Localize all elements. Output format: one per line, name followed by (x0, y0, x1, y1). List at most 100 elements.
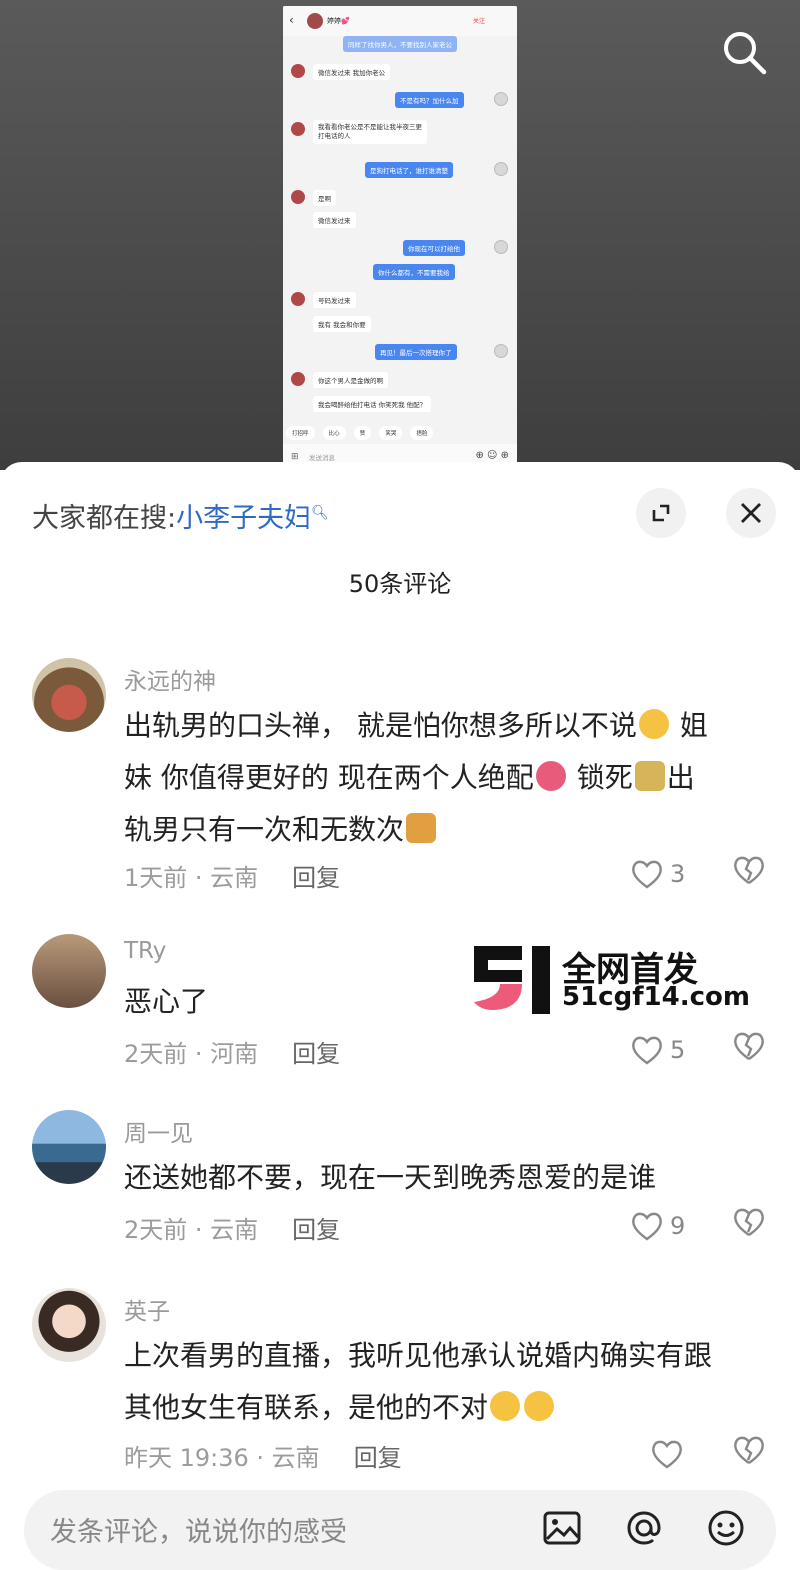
like-button[interactable] (650, 1434, 720, 1474)
chat-avatar (291, 292, 305, 306)
chat-bubble: 再见！最后一次搭理你了 (375, 344, 457, 360)
comment-author[interactable]: 永远的神 (124, 662, 216, 696)
grid-icon: ⊞ (291, 452, 299, 462)
heart-icon (632, 1036, 662, 1065)
video-area[interactable]: ‹ 婷婷💕 关注 同样了找你男人，不要找别人家老公 微信发过来 我加你老公 不是… (0, 0, 800, 470)
chat-avatar (494, 344, 508, 358)
comment-author[interactable]: 周一见 (124, 1114, 193, 1148)
chat-bubble: 不是有吗？加什么加 (395, 92, 464, 108)
chat-avatar (291, 190, 305, 204)
like-button[interactable]: 5 (630, 1030, 700, 1070)
comment-time: 2天前 · 云南 (124, 1216, 259, 1244)
chat-bubble: 我看看你老公是不是能让我半夜三更 打电话的人 (313, 120, 427, 144)
laughing-crying-emoji-icon (490, 1391, 521, 1421)
comment-time: 1天前 · 云南 (124, 864, 259, 892)
chat-bubble: 微信发过来 我加你老公 (313, 64, 391, 80)
like-count: 3 (670, 860, 686, 888)
reply-button[interactable]: 回复 (354, 1444, 402, 1472)
comment-meta: 2天前 · 云南 回复 (124, 1210, 340, 1245)
watermark-line2: 51cgf14.com (562, 982, 750, 1012)
comment-text: 上次看男的直播，我听见他承认说婚内确实有跟 其他女生有联系，是他的不对 (124, 1339, 713, 1424)
like-button[interactable]: 3 (630, 854, 700, 894)
chat-avatar (291, 64, 305, 78)
dog-emoji-icon (406, 813, 437, 843)
chat-bubble: 微信发过来 (313, 212, 356, 228)
chat-bubble: 我有 我会和你要 (313, 316, 371, 332)
comment-author[interactable]: 英子 (124, 1292, 170, 1326)
chat-input-icons: ⊕ ☺ ⊕ (475, 450, 509, 461)
search-icon[interactable] (718, 26, 770, 78)
hot-search-keyword[interactable]: 小李子夫妇 (176, 503, 311, 534)
chat-input-placeholder: 发送消息 (309, 454, 335, 462)
watermark: 全网首发 51cgf14.com (470, 940, 750, 1018)
heart-icon (632, 1212, 662, 1241)
contact-avatar (307, 13, 323, 29)
quick-replies: 打招呼 比心 赞 笑哭 捂脸 (283, 420, 517, 442)
dislike-button[interactable] (732, 1030, 768, 1070)
comment-time: 昨天 19:36 · 云南 (124, 1444, 320, 1472)
quick-reply-chip: 笑哭 (379, 426, 403, 440)
reply-button[interactable]: 回复 (292, 1216, 340, 1244)
chat-bubble: 是啊 (313, 190, 336, 206)
chat-bubble: 我会喝醉给他打电话 你笑死我 他配？ (313, 396, 432, 412)
comment-meta: 1天前 · 云南 回复 (124, 858, 340, 893)
chat-bubble: 同样了找你男人，不要找别人家老公 (343, 36, 457, 52)
hot-search-label: 大家都在搜: (32, 503, 177, 534)
dislike-button[interactable] (732, 1206, 768, 1246)
contact-name: 婷婷💕 (327, 17, 350, 25)
avatar[interactable] (32, 1288, 106, 1362)
broken-heart-icon (734, 1436, 764, 1464)
chat-bubble: 号码发过来 (313, 292, 356, 308)
at-icon[interactable] (622, 1506, 666, 1550)
broken-heart-icon (734, 1032, 764, 1060)
avatar[interactable] (32, 1110, 106, 1184)
broken-heart-icon (734, 1208, 764, 1236)
expand-icon (652, 504, 670, 522)
emoji-icon[interactable] (704, 1506, 748, 1550)
quick-reply-chip: 打招呼 (286, 426, 315, 440)
chat-avatar (494, 162, 508, 176)
follow-label: 关注 (472, 18, 485, 25)
dislike-button[interactable] (732, 1434, 768, 1474)
quick-reply-chip: 比心 (322, 426, 346, 440)
site-logo (474, 946, 550, 1014)
heart-icon (652, 1440, 682, 1469)
close-button[interactable] (726, 488, 776, 538)
chat-avatar (494, 240, 508, 254)
quick-reply-chip: 赞 (353, 426, 372, 440)
image-icon[interactable] (540, 1506, 584, 1550)
chat-avatar (291, 122, 305, 136)
expand-button[interactable] (636, 488, 686, 538)
hot-search[interactable]: 大家都在搜:小李子夫妇🔍︎ (32, 496, 329, 535)
reply-button[interactable]: 回复 (292, 864, 340, 892)
lock-emoji-icon (634, 761, 665, 791)
avatar[interactable] (32, 658, 106, 732)
chat-bubble: 你这个男人是金做的啊 (313, 372, 388, 388)
comment-input[interactable]: 发条评论，说说你的感受 (24, 1490, 776, 1570)
search-small-icon: 🔍︎ (311, 505, 329, 521)
chat-bubble: 你现在可以打给他 (403, 240, 465, 256)
comment-input-placeholder: 发条评论，说说你的感受 (50, 1517, 347, 1548)
broken-heart-icon (734, 856, 764, 884)
chat-screenshot: ‹ 婷婷💕 关注 同样了找你男人，不要找别人家老公 微信发过来 我加你老公 不是… (283, 6, 517, 470)
chat-header: ‹ 婷婷💕 关注 (283, 6, 517, 36)
avatar[interactable] (32, 934, 106, 1008)
back-icon: ‹ (289, 13, 294, 27)
like-count: 5 (670, 1036, 686, 1064)
quick-reply-chip: 捂脸 (410, 426, 434, 440)
chat-avatar (291, 372, 305, 386)
comment-meta: 2天前 · 河南 回复 (124, 1034, 340, 1069)
reply-button[interactable]: 回复 (292, 1040, 340, 1068)
laughing-crying-emoji-icon (524, 1391, 555, 1421)
flying-emoji-icon (535, 761, 566, 791)
comment-time: 2天前 · 河南 (124, 1040, 259, 1068)
like-count: 9 (670, 1212, 686, 1240)
crying-emoji-icon (638, 709, 669, 739)
comment-text: 出轨男的口头禅， 就是怕你想多所以不说 姐 妹 你值得更好的 现在两个人绝配 锁… (124, 709, 708, 846)
dislike-button[interactable] (732, 854, 768, 894)
chat-bubble: 你什么都有，不需要我给 (373, 264, 455, 280)
like-button[interactable]: 9 (630, 1206, 700, 1246)
chat-bubble: 是狗打电话了，谁打谁清楚 (365, 162, 453, 178)
chat-avatar (494, 92, 508, 106)
comment-author[interactable]: TRy (124, 938, 166, 964)
